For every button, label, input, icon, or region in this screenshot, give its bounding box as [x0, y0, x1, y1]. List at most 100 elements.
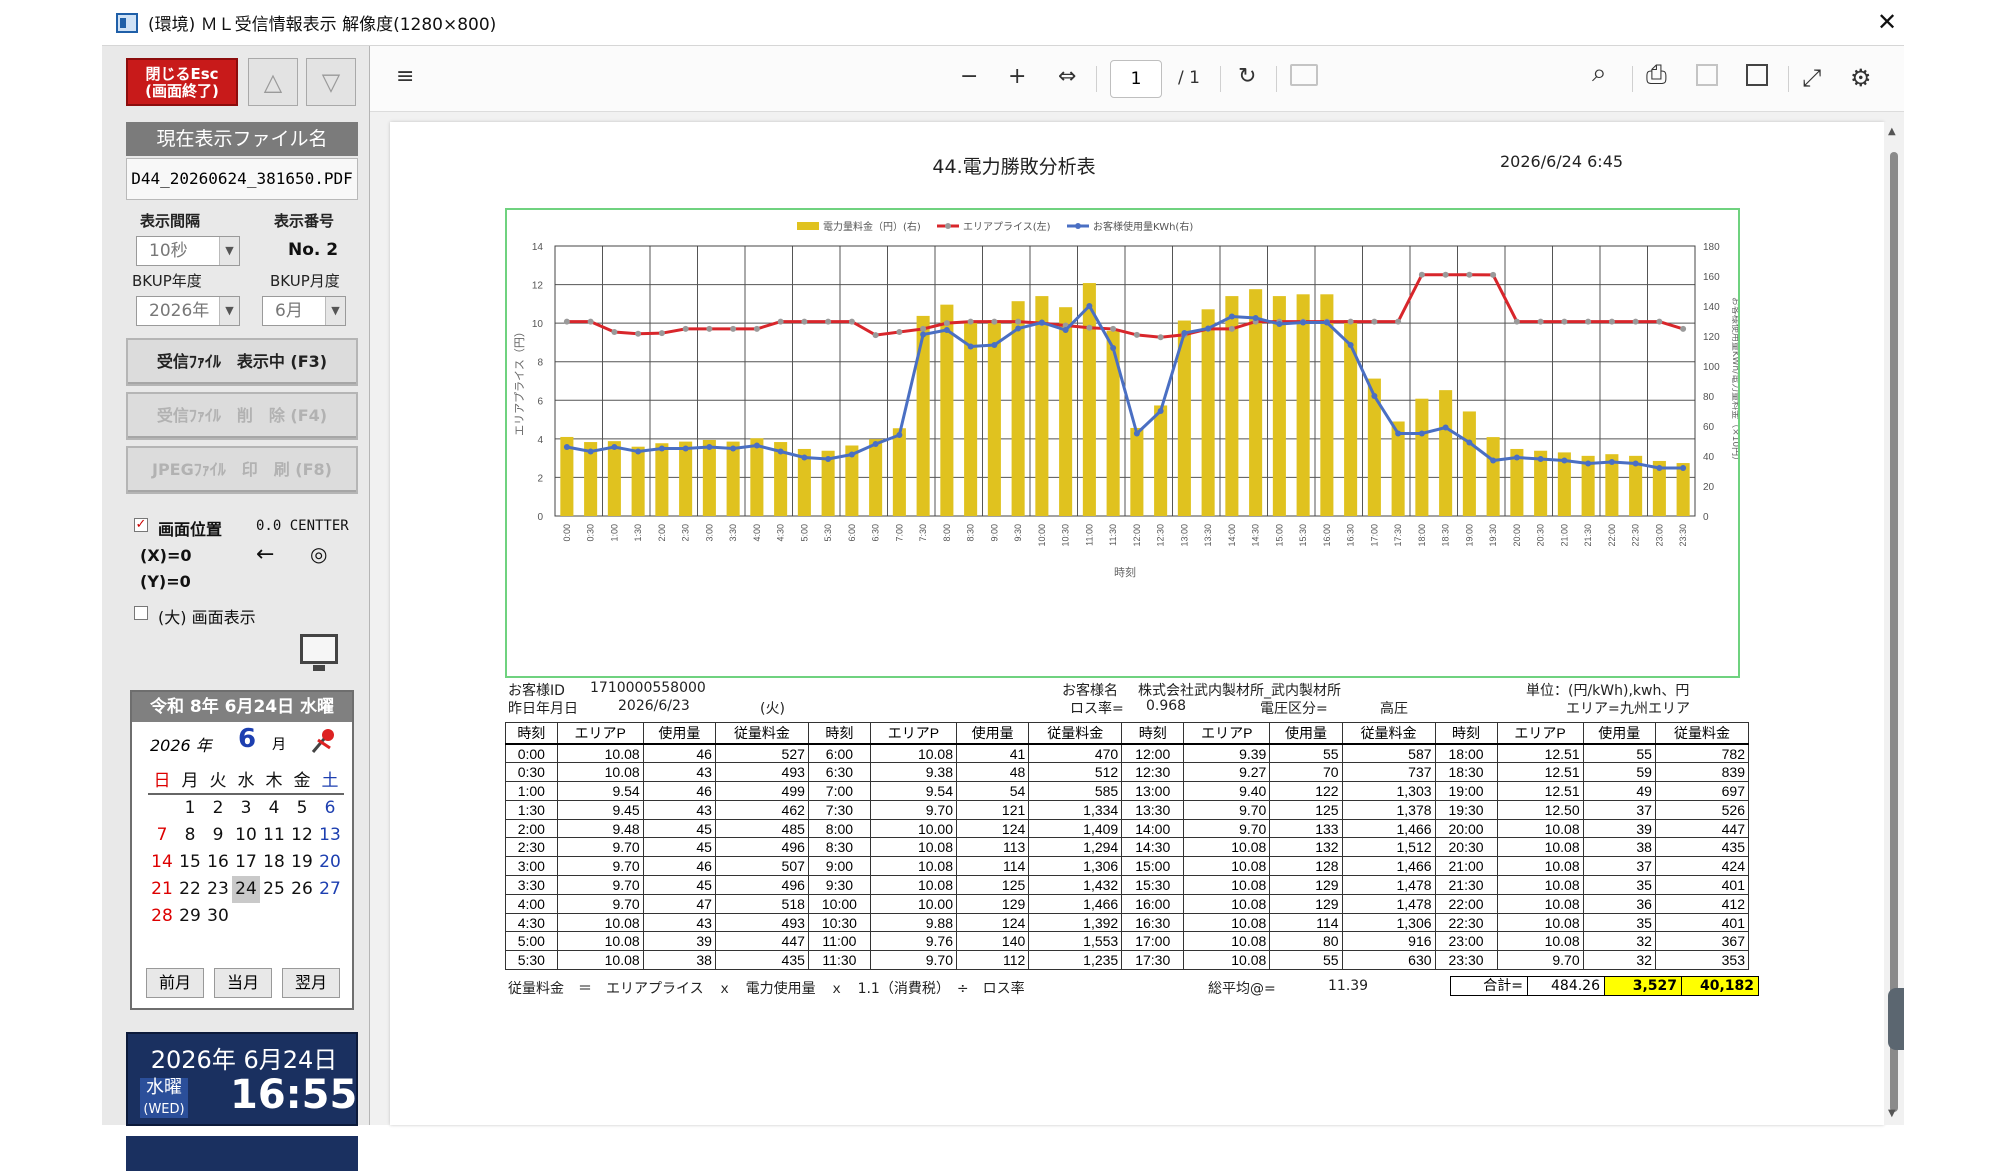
column-header: エリアP	[556, 722, 644, 745]
table-cell: 1,334	[1028, 799, 1123, 820]
current-month-button[interactable]: 当月	[214, 968, 272, 998]
calendar-day[interactable]: 14	[148, 849, 176, 876]
rotate-icon[interactable]: ↻	[1238, 64, 1256, 89]
table-cell: 1,303	[1341, 781, 1436, 801]
bar	[1201, 309, 1215, 516]
side-panel-tab[interactable]	[1888, 988, 1904, 1050]
vertical-scrollbar[interactable]: ▲ ▼	[1884, 122, 1904, 1125]
window-title: (環境) ＭＬ受信情報表示 解像度(1280×800)	[148, 15, 497, 35]
zoom-out-icon[interactable]: −	[960, 64, 978, 89]
calendar-day[interactable]: 4	[260, 795, 288, 822]
page-number-input[interactable]: 1	[1110, 60, 1162, 98]
calendar-day[interactable]: 7	[148, 822, 176, 849]
toolbar-separator	[1220, 66, 1221, 92]
search-icon[interactable]: ⌕	[1592, 58, 1607, 89]
calendar-day[interactable]: 6	[316, 795, 344, 822]
fit-width-icon[interactable]: ⇔	[1058, 64, 1076, 89]
print-jpeg-button[interactable]: JPEGﾌｧｲﾙ 印 刷 (F8)	[126, 446, 358, 494]
table-cell: 41	[955, 743, 1030, 764]
calendar-day[interactable]: 1	[176, 795, 204, 822]
table-cell: 12:00	[1121, 743, 1185, 764]
calendar-day[interactable]: 8	[176, 822, 204, 849]
calendar-day[interactable]: 25	[260, 876, 288, 903]
calendar-day[interactable]: 20	[316, 849, 344, 876]
interval-select[interactable]: 10秒 ▼	[136, 236, 240, 266]
large-screen-checkbox[interactable]	[134, 606, 148, 620]
calendar-day[interactable]: 2	[204, 795, 232, 822]
next-month-button[interactable]: 翌月	[282, 968, 340, 998]
calendar-day[interactable]: 23	[204, 876, 232, 903]
calendar-day[interactable]: 9	[204, 822, 232, 849]
table-cell: 12.51	[1496, 743, 1584, 764]
scroll-up-icon[interactable]: ▲	[1888, 126, 1896, 137]
calendar-day-today[interactable]: 24	[232, 876, 260, 903]
calendar-day[interactable]: 12	[288, 822, 316, 849]
calendar-day[interactable]: 29	[176, 903, 204, 930]
calendar-day[interactable]: 17	[232, 849, 260, 876]
table-cell: 1,478	[1341, 893, 1436, 914]
calendar-day[interactable]: 28	[148, 903, 176, 930]
bkup-year-select[interactable]: 2026年 ▼	[136, 296, 240, 326]
usage-point	[1038, 319, 1045, 326]
calendar-day[interactable]: 5	[288, 795, 316, 822]
scroll-down-icon[interactable]: ▼	[1888, 1108, 1896, 1119]
arrow-left-icon[interactable]: ←	[256, 542, 274, 567]
y-right-tick-label: 60	[1703, 422, 1715, 433]
table-cell: 14:30	[1121, 837, 1185, 858]
scroll-thumb[interactable]	[1890, 152, 1898, 1112]
usage-point	[1466, 439, 1473, 446]
table-cell: 37	[1582, 799, 1656, 820]
delete-file-button[interactable]: 受信ﾌｧｲﾙ 削 除 (F4)	[126, 392, 358, 440]
calendar-day[interactable]: 11	[260, 822, 288, 849]
down-button[interactable]: ▽	[306, 58, 356, 106]
table-cell: 9.70	[1183, 799, 1271, 820]
calendar-day[interactable]: 26	[288, 876, 316, 903]
usage-point	[635, 448, 642, 455]
calendar-day[interactable]: 16	[204, 849, 232, 876]
x-tick-label: 22:30	[1631, 524, 1641, 547]
zoom-in-icon[interactable]: +	[1008, 64, 1026, 89]
table-cell: 11:30	[807, 950, 871, 971]
two-page-icon[interactable]	[1290, 64, 1318, 86]
close-icon[interactable]: ✕	[1870, 6, 1904, 38]
table-row: 2:00 9.48 45 485 8:00 10.00 124 1,409 14:00 9.70 1…	[505, 818, 1750, 839]
prev-month-button[interactable]: 前月	[146, 968, 204, 998]
x-tick-label: 13:30	[1203, 524, 1213, 547]
up-button[interactable]: △	[248, 58, 298, 106]
legend-label: エリアプライス(左)	[963, 220, 1051, 233]
target-icon[interactable]: ◎	[310, 542, 327, 566]
print-icon[interactable]: ⎙	[1646, 60, 1667, 91]
calendar-day[interactable]: 19	[288, 849, 316, 876]
calendar-day[interactable]: 18	[260, 849, 288, 876]
monitor-icon[interactable]	[300, 634, 338, 671]
display-file-button[interactable]: 受信ﾌｧｲﾙ 表示中 (F3)	[126, 338, 358, 386]
price-point	[943, 320, 950, 327]
outline-list-icon[interactable]: ≡	[396, 64, 414, 89]
calendar-day[interactable]: 22	[176, 876, 204, 903]
calendar-month: 6	[238, 724, 257, 754]
expand-icon[interactable]: ⤢	[1802, 64, 1821, 92]
table-row: 3:00 9.70 46 507 9:00 10.08 114 1,306 15:00 10.08…	[505, 856, 1750, 877]
total-usage: 3,527	[1604, 976, 1682, 996]
calendar-day[interactable]: 27	[316, 876, 344, 903]
pin-icon[interactable]	[308, 726, 338, 756]
y-axis-label: エリアプライス（円）	[513, 326, 526, 436]
settings-icon[interactable]: ⚙	[1850, 64, 1872, 92]
close-screen-button[interactable]: 閉じるEsc (画面終了)	[126, 58, 238, 106]
total-charge: 40,182	[1681, 976, 1759, 996]
bar	[1082, 283, 1096, 516]
save-as-icon[interactable]	[1746, 64, 1768, 86]
calendar-day[interactable]: 3	[232, 795, 260, 822]
save-icon[interactable]	[1696, 64, 1718, 86]
screen-pos-checkbox[interactable]: ✓	[134, 518, 148, 532]
table-cell: 1,294	[1028, 837, 1123, 858]
calendar-day[interactable]: 10	[232, 822, 260, 849]
table-cell: 737	[1341, 762, 1436, 783]
usage-point	[1537, 456, 1544, 462]
calendar-day[interactable]: 21	[148, 876, 176, 903]
calendar-day[interactable]: 30	[204, 903, 232, 930]
bkup-month-select[interactable]: 6月 ▼	[262, 296, 346, 326]
calendar-day[interactable]: 13	[316, 822, 344, 849]
calendar-day[interactable]: 15	[176, 849, 204, 876]
x-tick-label: 6:30	[871, 524, 881, 542]
